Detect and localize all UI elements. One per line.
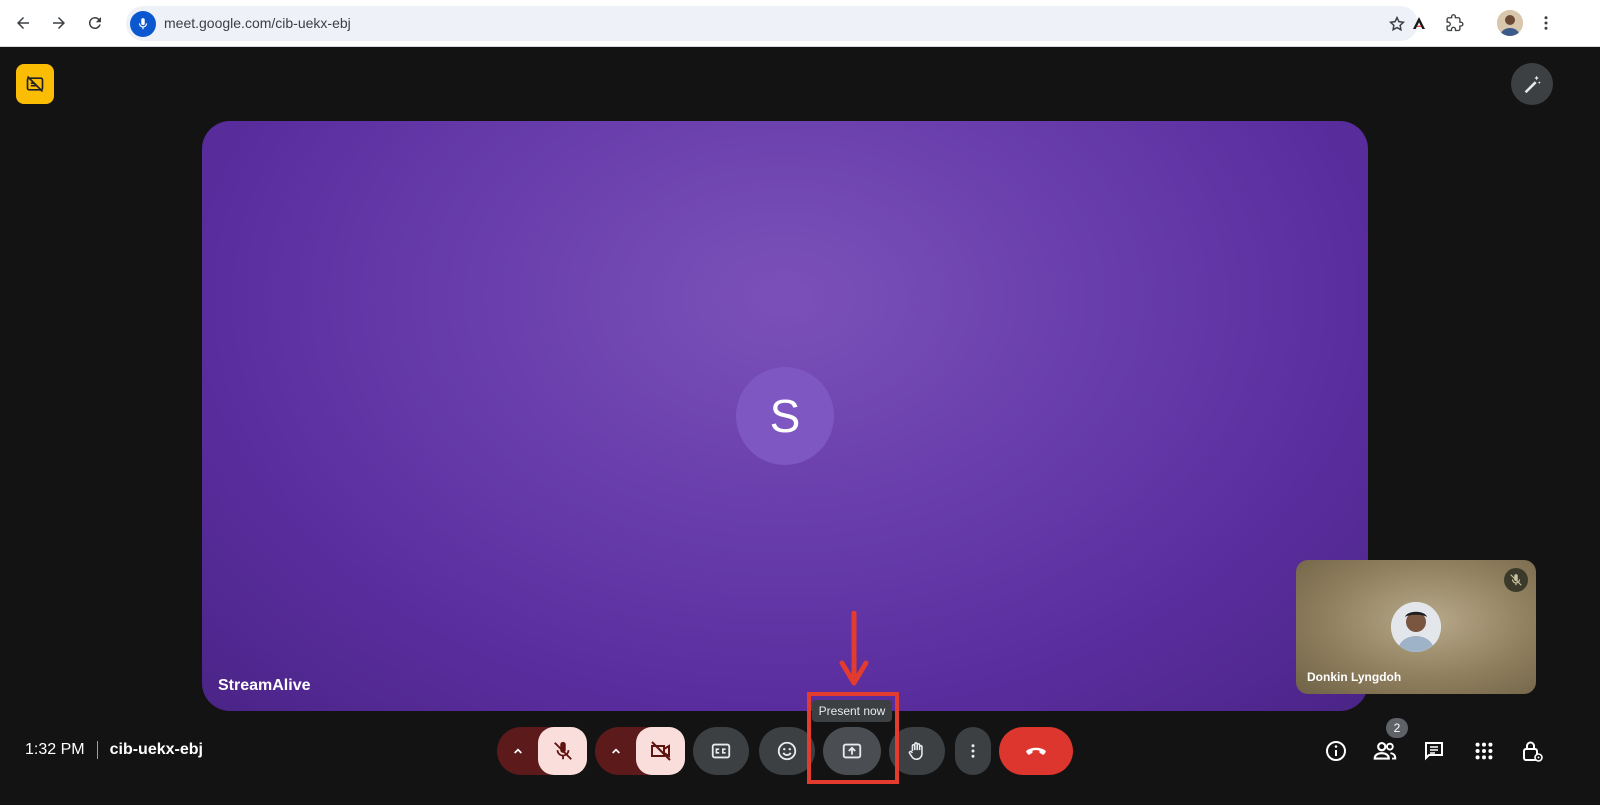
extensions-menu-button[interactable] <box>1442 10 1468 36</box>
participant-count-badge: 2 <box>1386 718 1408 738</box>
participant-name: StreamAlive <box>218 677 311 694</box>
self-avatar <box>1391 602 1441 652</box>
hang-up-icon <box>1026 747 1046 755</box>
participant-tile-main[interactable]: S StreamAlive <box>202 121 1368 711</box>
activities-button[interactable] <box>1468 735 1500 767</box>
meeting-code: cib-uekx-ebj <box>109 741 203 758</box>
audio-control-group <box>497 727 587 775</box>
visual-effects-button[interactable] <box>1511 63 1553 105</box>
forward-button[interactable] <box>44 8 74 38</box>
url-text[interactable]: meet.google.com/cib-uekx-ebj <box>164 15 351 31</box>
chat-button[interactable] <box>1418 735 1450 767</box>
address-bar[interactable]: meet.google.com/cib-uekx-ebj <box>126 6 1418 41</box>
chevron-up-icon <box>513 748 522 754</box>
mic-off-icon <box>1510 574 1522 586</box>
smiley-icon <box>777 741 797 761</box>
bookmark-button[interactable] <box>1386 13 1408 35</box>
meeting-info: 1:32 PM cib-uekx-ebj <box>25 741 203 759</box>
self-mic-status <box>1504 568 1528 592</box>
host-controls-button[interactable] <box>1516 735 1548 767</box>
profile-photo-icon <box>1391 602 1441 652</box>
clock-time: 1:32 PM <box>25 741 85 758</box>
people-icon <box>1373 742 1397 760</box>
reload-icon <box>88 17 101 30</box>
video-options-button[interactable] <box>595 727 636 775</box>
star-icon <box>1388 15 1406 32</box>
people-button[interactable] <box>1369 735 1401 767</box>
back-button[interactable] <box>8 8 38 38</box>
extension-a-icon <box>1413 17 1425 29</box>
divider <box>96 741 98 759</box>
audio-options-button[interactable] <box>497 727 538 775</box>
annotation-arrow <box>839 611 869 686</box>
back-arrow-icon <box>17 17 29 29</box>
meeting-details-button[interactable] <box>1320 735 1352 767</box>
profile-photo-icon <box>1497 10 1523 36</box>
camera-toggle-button[interactable] <box>636 727 685 775</box>
extension-button[interactable] <box>1406 10 1432 36</box>
browser-toolbar: meet.google.com/cib-uekx-ebj <box>0 0 1600 47</box>
more-options-button[interactable] <box>955 727 991 775</box>
mic-off-icon <box>553 741 572 760</box>
forward-arrow-icon <box>53 17 65 29</box>
self-view-tile[interactable]: Donkin Lyngdoh <box>1296 560 1536 694</box>
self-name: Donkin Lyngdoh <box>1307 670 1402 684</box>
puzzle-icon <box>1446 14 1464 32</box>
reload-button[interactable] <box>80 8 110 38</box>
mic-toggle-button[interactable] <box>538 727 587 775</box>
lock-settings-icon <box>1523 741 1543 762</box>
camera-off-icon <box>650 741 671 761</box>
kebab-menu-icon <box>971 744 975 758</box>
video-control-group <box>595 727 685 775</box>
captions-off-icon <box>26 75 44 93</box>
magic-pen-icon <box>1524 75 1541 94</box>
site-info-button[interactable] <box>130 11 156 37</box>
browser-menu-button[interactable] <box>1533 10 1559 36</box>
captions-button[interactable] <box>693 727 749 775</box>
microphone-icon <box>138 18 148 30</box>
apps-grid-icon <box>1475 742 1493 760</box>
kebab-menu-icon <box>1544 16 1548 30</box>
hand-icon <box>908 742 923 761</box>
profile-avatar[interactable] <box>1497 10 1523 36</box>
host-status-badge[interactable] <box>16 64 54 104</box>
participant-avatar: S <box>736 367 834 465</box>
closed-captions-icon <box>711 743 731 759</box>
leave-call-button[interactable] <box>999 727 1073 775</box>
chat-icon <box>1425 742 1443 761</box>
chevron-up-icon <box>611 748 620 754</box>
annotation-highlight-box <box>807 692 899 784</box>
info-icon <box>1326 741 1346 761</box>
